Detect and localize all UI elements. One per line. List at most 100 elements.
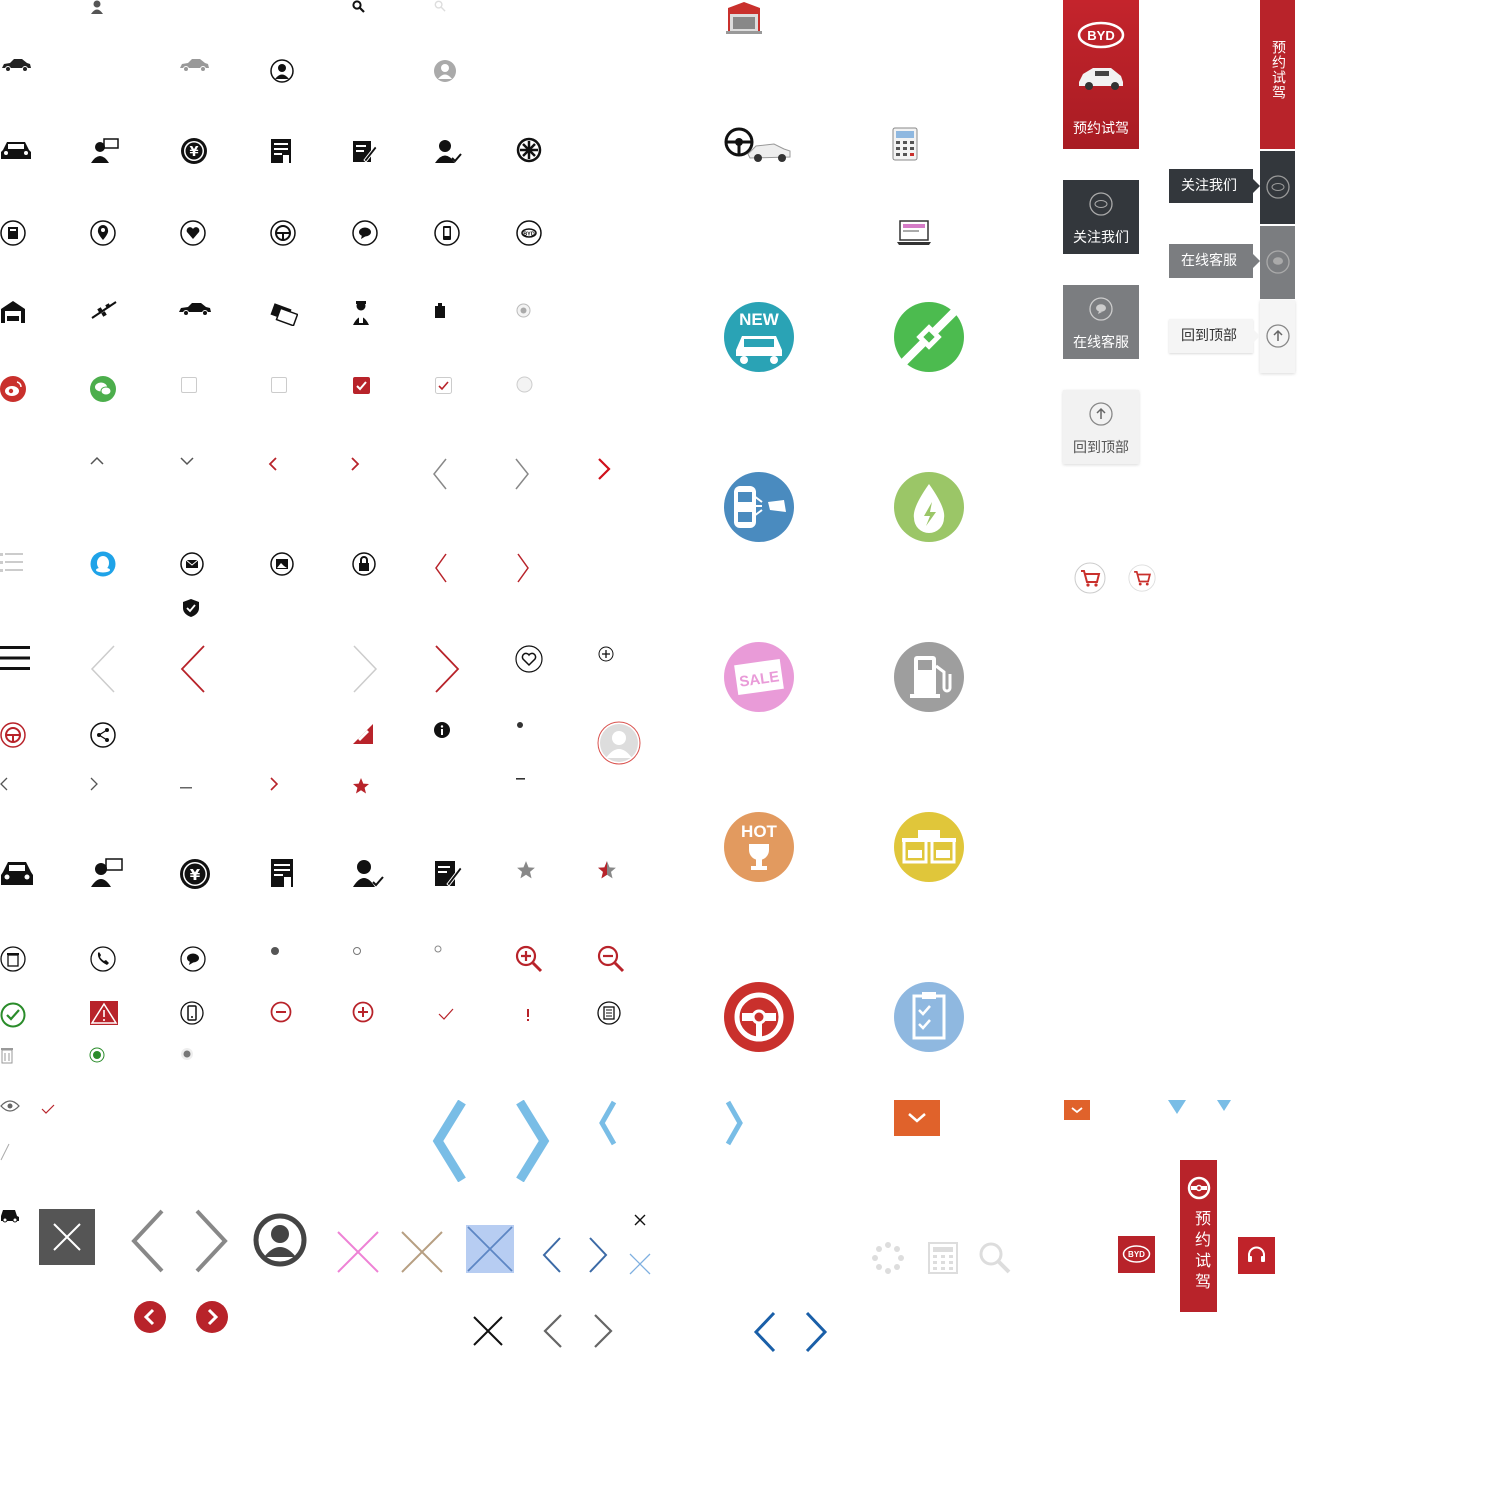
star-icon[interactable] [352, 777, 370, 795]
heart-icon[interactable] [180, 220, 206, 246]
share-icon[interactable] [90, 722, 116, 748]
byd-logo-button[interactable]: BYD [1118, 1236, 1155, 1273]
steering-wheel-red-icon[interactable] [0, 722, 26, 748]
cart-small-icon[interactable] [1128, 564, 1156, 592]
chevron-left-red-circle-icon[interactable] [134, 1301, 166, 1333]
chevron-right-large-light-icon[interactable] [352, 645, 378, 693]
favorite-circle-icon[interactable] [515, 645, 543, 673]
list-icon[interactable] [0, 552, 24, 574]
dropdown-orange-large-icon[interactable] [894, 1100, 940, 1136]
search-icon[interactable] [352, 0, 365, 13]
chevron-right-sky-icon[interactable] [724, 1100, 744, 1146]
chevron-up-icon[interactable] [90, 456, 104, 466]
follow-us-panel[interactable]: 关注我们 [1063, 180, 1139, 254]
image-icon[interactable] [270, 552, 294, 576]
weibo-icon[interactable] [0, 376, 26, 402]
radio-selected-green-icon[interactable] [89, 1047, 105, 1063]
online-service-panel[interactable]: 在线客服 [1063, 285, 1139, 359]
compact-test-drive-tab[interactable]: 预约试驾 [1260, 0, 1295, 149]
radio-icon[interactable] [516, 303, 531, 318]
chevron-right-gray-bold-icon[interactable] [193, 1208, 231, 1274]
steering-wheel-icon[interactable] [270, 220, 296, 246]
chevron-left-small-icon[interactable] [0, 777, 8, 791]
search-icon-light[interactable] [434, 0, 446, 12]
chevron-left-gray-icon[interactable] [542, 1313, 564, 1349]
plus-icon[interactable] [598, 646, 614, 662]
zoom-in-icon[interactable] [515, 945, 543, 973]
chevron-right-blue-icon[interactable] [587, 1236, 609, 1274]
phone-icon[interactable] [90, 946, 116, 972]
chevron-down-icon[interactable] [180, 456, 194, 466]
minus-small-icon[interactable] [180, 787, 192, 791]
chevron-left-gray-bold-icon[interactable] [128, 1208, 166, 1274]
bottom-test-drive-button[interactable]: 预约试驾 [1180, 1160, 1217, 1312]
lock-icon[interactable] [352, 552, 376, 576]
chat-outline-icon[interactable] [180, 946, 206, 972]
checkbox-empty-alt[interactable] [271, 377, 287, 393]
close-black-icon[interactable] [472, 1315, 504, 1347]
star-gray-icon[interactable] [516, 860, 536, 880]
star-half-icon[interactable] [597, 860, 617, 880]
eye-icon[interactable] [0, 1099, 20, 1113]
checkbox-empty[interactable] [181, 377, 197, 393]
close-blue-box-icon[interactable] [466, 1225, 514, 1273]
document-icon[interactable] [597, 1001, 621, 1025]
wechat-icon[interactable] [90, 376, 116, 402]
chevron-left-large-light-icon[interactable] [90, 645, 116, 693]
chevron-right-small-icon[interactable] [90, 777, 98, 791]
cart-icon[interactable] [1074, 562, 1106, 594]
chevron-right-gray-icon[interactable] [592, 1313, 614, 1349]
close-icon[interactable] [633, 1213, 647, 1227]
profile-circle-icon[interactable] [253, 1213, 307, 1267]
chevron-left-red-thin-icon[interactable] [434, 553, 448, 583]
chevron-left-icon[interactable] [268, 457, 278, 471]
chevron-right-red-icon[interactable] [597, 458, 611, 480]
chevron-right-large-red-icon[interactable] [434, 645, 460, 693]
chat-icon[interactable] [352, 220, 378, 246]
mail-icon[interactable] [180, 552, 204, 576]
test-drive-panel[interactable]: BYD 预约试驾 [1063, 0, 1139, 149]
compact-top-tab[interactable] [1260, 300, 1295, 373]
edit-corner-icon[interactable] [352, 723, 374, 745]
chevron-left-blue-icon[interactable] [541, 1236, 563, 1274]
checkbox-checked-outline-icon[interactable] [435, 377, 452, 394]
chevron-right-small-red-icon[interactable] [270, 777, 278, 791]
close-light-blue-icon[interactable] [628, 1252, 652, 1276]
location-icon[interactable] [90, 220, 116, 246]
radio-selected-gray-icon[interactable] [180, 1047, 194, 1061]
search-light-icon[interactable] [978, 1241, 1012, 1275]
close-pink-icon[interactable] [336, 1230, 380, 1274]
checkbox-checked-icon[interactable] [353, 377, 370, 394]
minus-circle-icon[interactable] [270, 1001, 292, 1023]
chevron-left-navy-icon[interactable] [752, 1311, 778, 1353]
chevron-left-sky-icon[interactable] [598, 1100, 618, 1146]
compact-service-tab[interactable] [1260, 226, 1295, 299]
chevron-right-sky-large-icon[interactable] [514, 1100, 550, 1182]
menu-icon[interactable] [0, 645, 30, 671]
plus-circle-icon[interactable] [352, 1001, 374, 1023]
trash-light-icon[interactable] [0, 1046, 14, 1064]
radio-empty-icon[interactable] [516, 376, 533, 393]
chevron-right-icon[interactable] [350, 457, 360, 471]
chevron-left-large-red-icon[interactable] [180, 645, 206, 693]
chevron-left-thin-icon[interactable] [432, 458, 448, 490]
mobile-outline-icon[interactable] [180, 1001, 204, 1025]
chevron-right-thin-icon[interactable] [514, 458, 530, 490]
chevron-right-red-thin-icon[interactable] [516, 553, 530, 583]
zoom-out-icon[interactable] [597, 945, 625, 973]
minus-icon[interactable] [516, 778, 526, 782]
back-to-top-panel[interactable]: 回到顶部 [1063, 390, 1139, 464]
calculator-icon[interactable] [0, 220, 26, 246]
qq-icon[interactable] [90, 551, 116, 577]
avatar-icon-gray[interactable] [433, 59, 457, 83]
byd-logo-icon[interactable]: BYD [516, 220, 542, 246]
compact-follow-tab[interactable] [1260, 151, 1295, 224]
trash-icon[interactable] [0, 946, 26, 972]
mobile-icon[interactable] [434, 220, 460, 246]
chevron-left-sky-large-icon[interactable] [432, 1100, 468, 1182]
avatar-icon[interactable] [270, 59, 294, 83]
chevron-right-navy-icon[interactable] [803, 1311, 829, 1353]
headset-button[interactable] [1238, 1237, 1275, 1274]
close-box-icon[interactable] [39, 1209, 95, 1265]
chevron-right-red-circle-icon[interactable] [196, 1301, 228, 1333]
